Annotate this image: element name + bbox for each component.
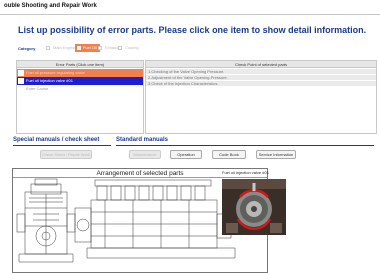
checkbox-icon: [98, 46, 102, 50]
checkbox-icon: [118, 46, 122, 50]
engine-side-view: [74, 179, 236, 259]
window-title: ouble Shooting and Repair Work: [4, 3, 97, 9]
selected-part-photo: [222, 179, 286, 235]
category-option-exhaust[interactable]: Exhaust: [98, 44, 119, 52]
row-marker-icon: [18, 70, 24, 76]
injection-valve-photo-graphic: [222, 179, 286, 235]
operation-button[interactable]: Operation: [170, 150, 202, 159]
special-manuals-divider: [13, 145, 111, 146]
engine-end-view: [16, 178, 76, 263]
service-information-button[interactable]: Service Information: [256, 150, 296, 159]
row-marker-icon: [18, 78, 24, 84]
category-option-fuel-oil[interactable]: Fuel Oil: [75, 44, 100, 52]
standard-manuals-title: Standard manuals: [116, 137, 169, 143]
checkbox-icon: [77, 46, 81, 50]
code-book-button[interactable]: Code Book: [212, 150, 246, 159]
check-point-row[interactable]: 3.Check of the Injection Characteristics…: [146, 81, 376, 87]
check-sheet-button[interactable]: Check Sheet / Repair Work: [40, 150, 92, 159]
error-parts-header: Error Parts (Click one item): [17, 61, 143, 68]
selected-part-label: Fuel oil injection valve #01: [222, 170, 269, 175]
maintenance-button[interactable]: Maintenance: [129, 150, 161, 159]
category-option-cooling[interactable]: Cooling: [118, 44, 139, 52]
error-part-row[interactable]: Fuel oil pressure regulating valve: [17, 69, 143, 77]
error-parts-panel: Error Parts (Click one item) Fuel oil pr…: [16, 60, 144, 134]
check-points-header: Check Point of selected parts: [146, 61, 376, 68]
title-bar: ouble Shooting and Repair Work: [0, 0, 380, 15]
category-option-main-engine[interactable]: Main Engine: [46, 44, 75, 52]
category-label: Category: [18, 46, 36, 51]
error-part-row[interactable]: Enter Cause: [17, 85, 143, 93]
page-heading: List up possibility of error parts. Plea…: [18, 25, 367, 35]
error-part-row-selected[interactable]: Fuel oil injection valve #01: [17, 77, 143, 85]
checkbox-icon: [46, 46, 50, 50]
standard-manuals-divider: [116, 145, 374, 146]
check-points-panel: Check Point of selected parts 1.Checking…: [145, 60, 377, 134]
special-manuals-title: Special manuals / check sheet: [13, 137, 100, 143]
